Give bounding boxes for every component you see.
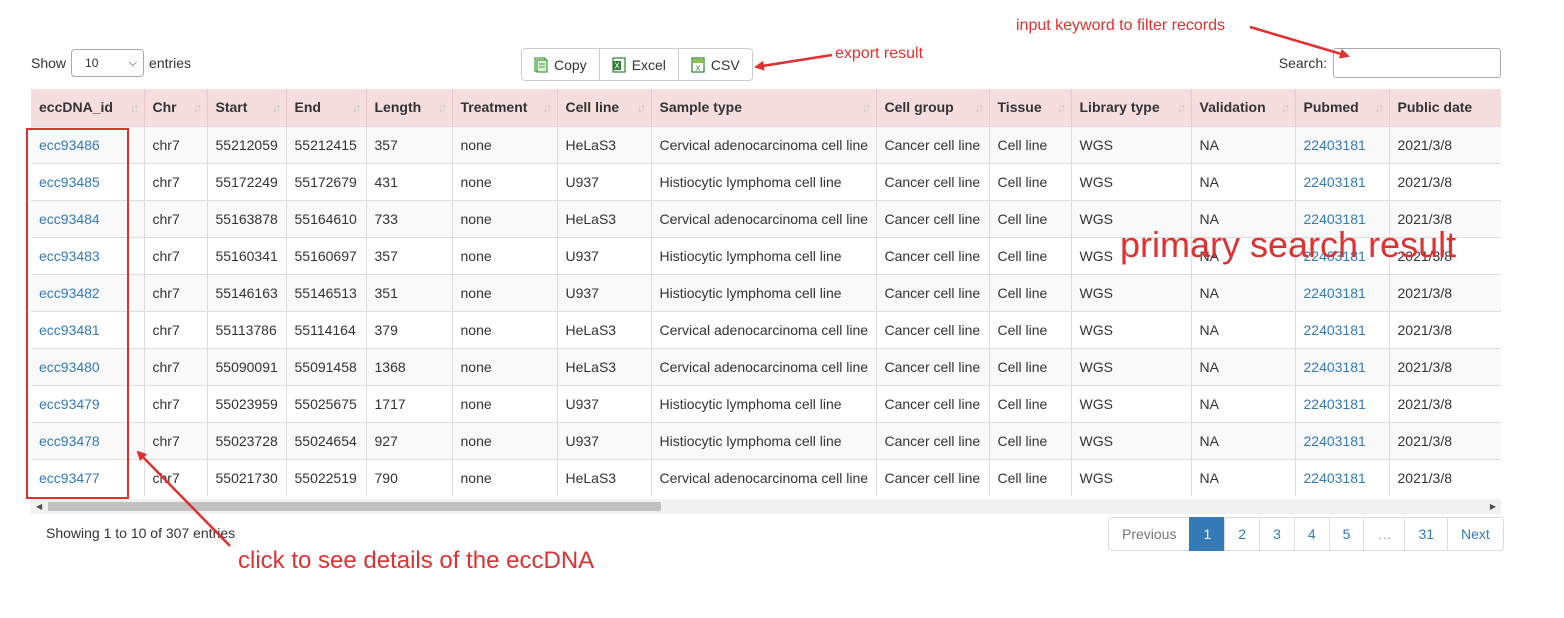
filter-arrow xyxy=(1249,25,1350,59)
click-arrow xyxy=(136,450,231,547)
export-arrow xyxy=(754,53,833,71)
annotation-arrows xyxy=(136,25,1350,547)
